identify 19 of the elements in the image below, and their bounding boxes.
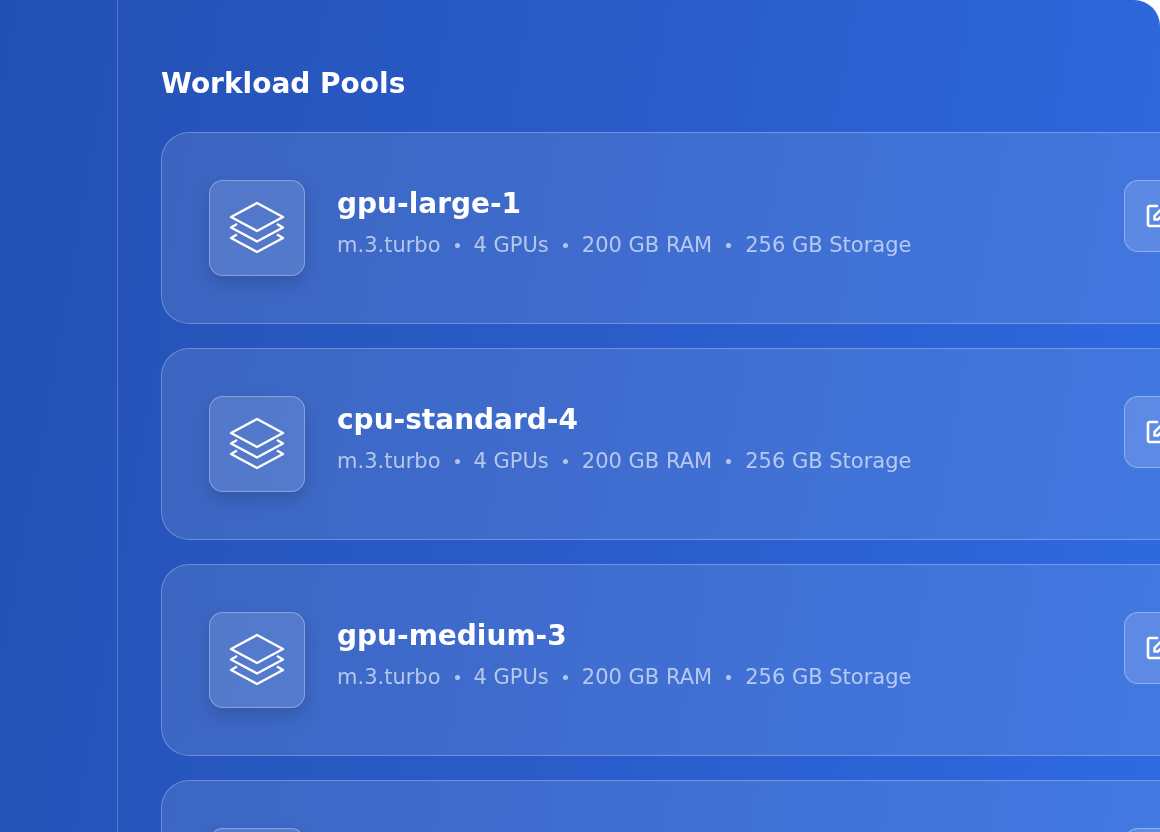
pool-spec: 256 GB Storage xyxy=(745,664,912,691)
pool-spec: 4 GPUs xyxy=(473,232,549,259)
layers-icon xyxy=(228,200,286,256)
layers-icon xyxy=(228,416,286,472)
pool-spec: 4 GPUs xyxy=(473,664,549,691)
pool-spec: 256 GB Storage xyxy=(745,232,912,259)
pool-spec: m.3.turbo xyxy=(337,232,441,259)
pool-spec: 200 GB RAM xyxy=(581,664,713,691)
pool-spec: 200 GB RAM xyxy=(581,448,713,475)
pool-spec: m.3.turbo xyxy=(337,664,441,691)
pool-spec: 200 GB RAM xyxy=(581,232,713,259)
pool-name: cpu-standard-4 xyxy=(337,402,579,438)
section-title: Workload Pools xyxy=(161,66,407,102)
layers-icon xyxy=(228,632,286,688)
pool-name: gpu-medium-3 xyxy=(337,618,568,654)
pool-spec: 256 GB Storage xyxy=(745,448,912,475)
pool-spec: m.3.turbo xyxy=(337,448,441,475)
pool-name: gpu-large-1 xyxy=(337,186,523,222)
pool-spec: 4 GPUs xyxy=(473,448,549,475)
